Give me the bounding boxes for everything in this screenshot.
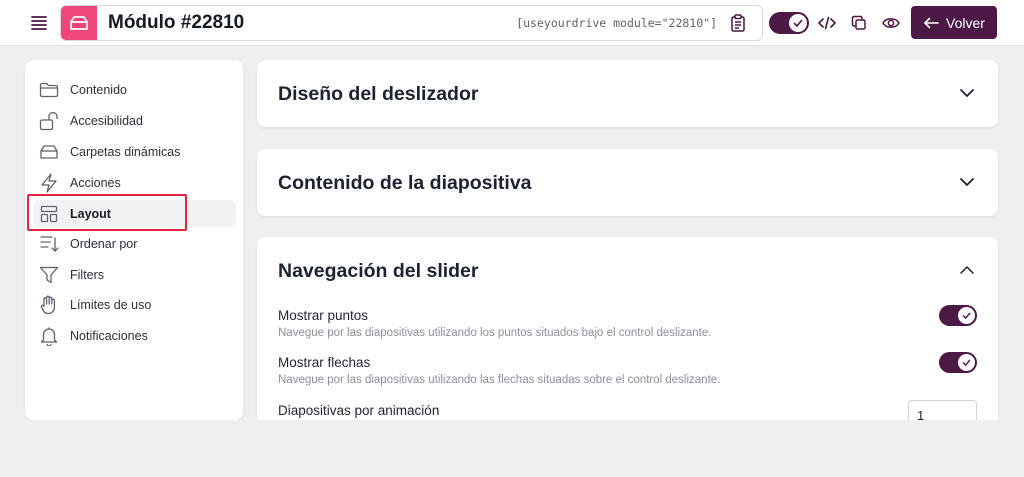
module-type-icon <box>61 6 97 40</box>
menu-icon[interactable] <box>27 11 51 35</box>
duplicate-icon[interactable] <box>848 12 870 34</box>
sidebar-item-filters[interactable]: Filters <box>33 261 236 288</box>
panel-title[interactable]: Navegación del slider <box>278 260 479 283</box>
sidebar-item-accesibilidad[interactable]: Accesibilidad <box>33 107 236 134</box>
sidebar-item-notificaciones[interactable]: Notificaciones <box>33 322 236 349</box>
panel-slider-design[interactable]: Diseño del deslizador <box>257 60 998 127</box>
settings-sidebar: Contenido Accesibilidad Carpetas dinámic… <box>25 60 243 420</box>
code-icon[interactable] <box>816 12 838 34</box>
check-icon <box>789 14 807 32</box>
sidebar-item-contenido[interactable]: Contenido <box>33 76 236 103</box>
sidebar-item-label: Ordenar por <box>70 236 138 251</box>
show-dots-toggle[interactable] <box>939 305 977 326</box>
check-icon <box>958 354 975 371</box>
unlock-icon <box>38 110 60 132</box>
chevron-down-icon[interactable] <box>958 173 976 191</box>
back-button-label: Volver <box>946 14 985 31</box>
chevron-down-icon[interactable] <box>958 84 976 102</box>
inbox-icon <box>38 141 60 163</box>
shortcode-text: [useyourdrive module="22810"] <box>516 16 717 30</box>
sidebar-item-label: Límites de uso <box>70 297 152 312</box>
show-arrows-label: Mostrar flechas <box>278 355 371 370</box>
layout-icon <box>38 203 60 225</box>
top-bar: Módulo #22810 [useyourdrive module="2281… <box>0 0 1024 46</box>
panel-slider-navigation: Navegación del slider Mostrar puntos Nav… <box>257 237 998 420</box>
sidebar-item-label: Contenido <box>70 82 127 97</box>
show-arrows-toggle[interactable] <box>939 352 977 373</box>
chevron-up-icon[interactable] <box>958 261 976 279</box>
check-icon <box>958 307 975 324</box>
copy-shortcode-icon[interactable] <box>727 12 749 34</box>
arrow-left-icon <box>923 17 939 28</box>
module-title-bar: Módulo #22810 [useyourdrive module="2281… <box>60 5 763 41</box>
show-dots-description: Navegue por las diapositivas utilizando … <box>278 327 712 339</box>
bolt-icon <box>38 172 60 194</box>
show-dots-label: Mostrar puntos <box>278 308 369 323</box>
sidebar-item-layout[interactable]: Layout <box>33 200 236 227</box>
sidebar-item-acciones[interactable]: Acciones <box>33 169 236 196</box>
panel-title: Contenido de la diapositiva <box>278 172 532 194</box>
panel-title: Diseño del deslizador <box>278 83 479 105</box>
panel-slide-content[interactable]: Contenido de la diapositiva <box>257 149 998 216</box>
filter-icon <box>38 264 60 286</box>
slides-per-animation-input[interactable] <box>908 400 977 420</box>
sidebar-item-carpetas-dinamicas[interactable]: Carpetas dinámicas <box>33 138 236 165</box>
slides-per-animation-label: Diapositivas por animación <box>278 403 440 418</box>
folder-icon <box>38 79 60 101</box>
sidebar-item-label: Acciones <box>70 175 121 190</box>
sidebar-item-ordenar-por[interactable]: Ordenar por <box>33 230 236 257</box>
bell-icon <box>38 325 60 347</box>
sidebar-item-label: Layout <box>70 206 111 221</box>
sidebar-item-limites-de-uso[interactable]: Límites de uso <box>33 291 236 318</box>
sort-icon <box>38 233 60 255</box>
back-button[interactable]: Volver <box>911 6 997 39</box>
preview-eye-icon[interactable] <box>880 12 902 34</box>
module-active-toggle[interactable] <box>769 12 809 34</box>
module-title[interactable]: Módulo #22810 <box>108 12 516 34</box>
sidebar-item-label: Carpetas dinámicas <box>70 144 181 159</box>
show-arrows-description: Navegue por las diapositivas utilizando … <box>278 374 721 386</box>
hand-icon <box>38 294 60 316</box>
sidebar-item-label: Notificaciones <box>70 328 148 343</box>
sidebar-item-label: Accesibilidad <box>70 113 143 128</box>
sidebar-item-label: Filters <box>70 267 105 282</box>
